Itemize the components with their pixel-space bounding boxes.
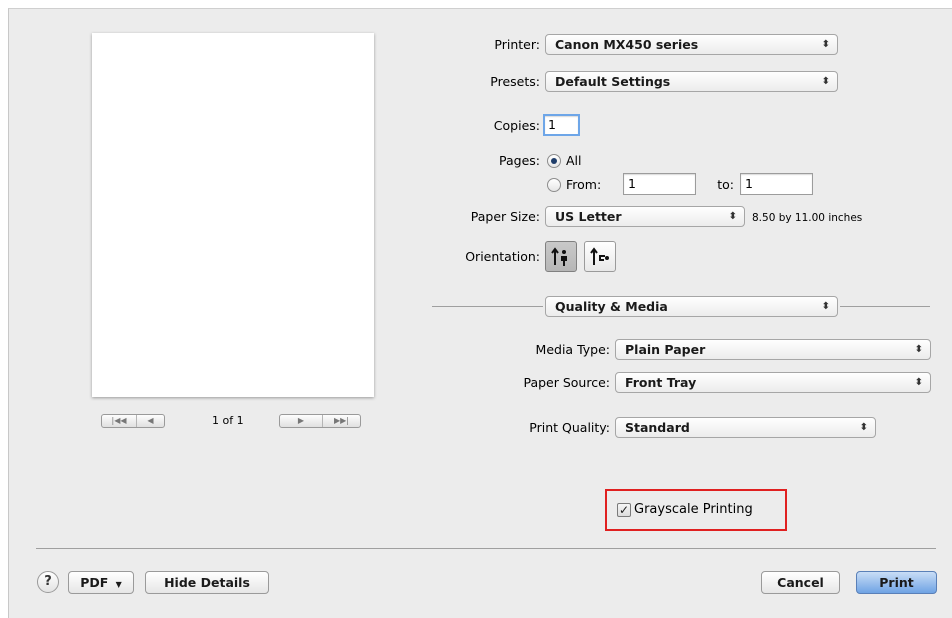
section-value: Quality & Media <box>555 299 668 314</box>
pdf-label: PDF <box>80 575 109 590</box>
media-type-value: Plain Paper <box>625 342 706 357</box>
paper-source-value: Front Tray <box>625 375 697 390</box>
previous-page-button[interactable]: ◀ <box>136 415 164 427</box>
paper-size-dimensions: 8.50 by 11.00 inches <box>752 212 863 224</box>
pages-from-field[interactable]: 1 <box>623 173 696 195</box>
pages-from-label: From: <box>566 177 602 192</box>
orientation-portrait-button[interactable] <box>545 241 577 272</box>
media-type-popup[interactable]: Plain Paper ⬍ <box>615 339 931 360</box>
footer-separator <box>36 548 936 549</box>
presets-label: Presets: <box>490 74 540 89</box>
cancel-button[interactable]: Cancel <box>761 571 840 594</box>
print-quality-popup[interactable]: Standard ⬍ <box>615 417 876 438</box>
pages-from-radio[interactable] <box>547 178 561 192</box>
landscape-orientation-icon <box>590 247 609 265</box>
help-button[interactable]: ? <box>37 571 59 593</box>
printer-value: Canon MX450 series <box>555 37 699 52</box>
paper-source-popup[interactable]: Front Tray ⬍ <box>615 372 931 393</box>
pager-forward-buttons: ▶ ▶▶| <box>279 414 361 428</box>
popup-arrows-icon: ⬍ <box>821 301 830 312</box>
section-separator-right <box>840 306 930 307</box>
paper-size-label: Paper Size: <box>470 209 540 224</box>
pager-back-group: |◀◀ ◀ <box>101 414 165 428</box>
copies-field[interactable]: 1 <box>543 114 580 136</box>
media-type-label: Media Type: <box>535 342 610 357</box>
popup-arrows-icon: ⬍ <box>821 39 830 50</box>
first-page-button[interactable]: |◀◀ <box>102 415 136 427</box>
pages-all-radio[interactable] <box>547 154 561 168</box>
print-quality-value: Standard <box>625 420 690 435</box>
hide-details-button[interactable]: Hide Details <box>145 571 269 594</box>
pages-all-label: All <box>566 153 582 168</box>
grayscale-checkbox[interactable]: ✓ <box>617 503 631 517</box>
section-popup[interactable]: Quality & Media ⬍ <box>545 296 838 317</box>
popup-arrows-icon: ⬍ <box>914 344 923 355</box>
popup-arrows-icon: ⬍ <box>859 422 868 433</box>
popup-arrows-icon: ⬍ <box>728 211 737 222</box>
copies-label: Copies: <box>493 118 540 133</box>
next-page-button[interactable]: ▶ <box>280 415 322 427</box>
pages-to-field[interactable]: 1 <box>740 173 813 195</box>
print-button[interactable]: Print <box>856 571 937 594</box>
print-quality-label: Print Quality: <box>529 420 610 435</box>
page-count: 1 of 1 <box>212 414 244 427</box>
portrait-orientation-icon <box>551 247 567 266</box>
last-page-button[interactable]: ▶▶| <box>322 415 360 427</box>
paper-size-popup[interactable]: US Letter ⬍ <box>545 206 745 227</box>
paper-source-label: Paper Source: <box>523 375 610 390</box>
section-separator-left <box>432 306 543 307</box>
orientation-label: Orientation: <box>465 249 540 264</box>
printer-popup[interactable]: Canon MX450 series ⬍ <box>545 34 838 55</box>
pager-forward-group: ▶ ▶▶| <box>279 414 361 428</box>
popup-arrows-icon: ⬍ <box>821 76 830 87</box>
pages-label: Pages: <box>499 153 540 168</box>
pager-back-buttons: |◀◀ ◀ <box>101 414 165 428</box>
chevron-down-icon: ▼ <box>115 580 122 589</box>
orientation-landscape-button[interactable] <box>584 241 616 272</box>
printer-label: Printer: <box>494 37 540 52</box>
presets-value: Default Settings <box>555 74 671 89</box>
page-preview <box>92 33 374 397</box>
grayscale-label: Grayscale Printing <box>634 502 753 517</box>
popup-arrows-icon: ⬍ <box>914 377 923 388</box>
pages-to-label: to: <box>717 177 734 192</box>
presets-popup[interactable]: Default Settings ⬍ <box>545 71 838 92</box>
paper-size-value: US Letter <box>555 209 622 224</box>
pdf-menu-button[interactable]: PDF ▼ <box>68 571 134 594</box>
